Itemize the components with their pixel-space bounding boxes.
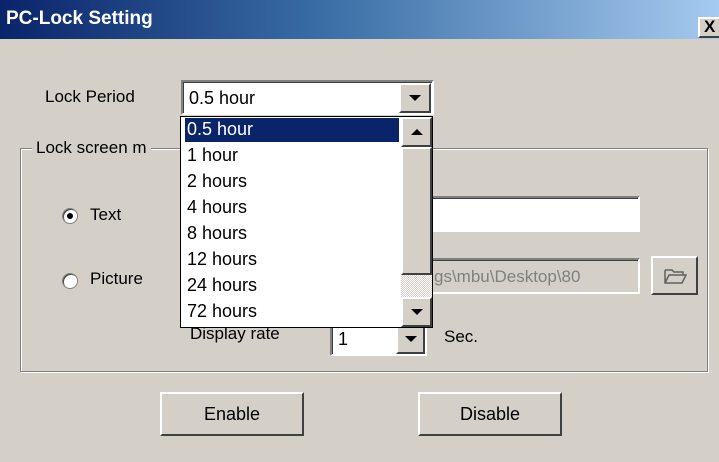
picture-path-value: gs\mbu\Desktop\80 xyxy=(434,267,581,286)
lock-period-value: 0.5 hour xyxy=(189,88,256,108)
lock-period-option[interactable]: 8 hours xyxy=(185,222,399,246)
chevron-down-icon xyxy=(410,309,423,315)
lock-period-select[interactable]: 0.5 hour xyxy=(181,80,434,115)
scroll-up-button[interactable] xyxy=(401,117,432,147)
close-icon: X xyxy=(704,17,716,36)
chevron-down-icon xyxy=(404,335,417,342)
lock-period-option[interactable]: 4 hours xyxy=(185,196,399,220)
lock-period-option[interactable]: 24 hours xyxy=(185,274,399,298)
lock-screen-group-label: Lock screen m xyxy=(32,138,151,158)
lock-period-label: Lock Period xyxy=(45,87,135,106)
lock-period-option[interactable]: 1 hour xyxy=(185,144,399,168)
lock-period-option[interactable]: 2 hours xyxy=(185,170,399,194)
lock-period-dropdown-list: 0.5 hour 1 hour 2 hours 4 hours 8 hours … xyxy=(180,116,433,328)
scroll-down-button[interactable] xyxy=(401,297,432,327)
browse-folder-button[interactable] xyxy=(651,256,698,295)
enable-button[interactable]: Enable xyxy=(160,392,304,436)
text-radio-label: Text xyxy=(90,205,122,224)
text-radio[interactable] xyxy=(62,208,78,224)
disable-button[interactable]: Disable xyxy=(418,392,562,436)
scrollbar-thumb[interactable] xyxy=(401,147,432,275)
dropdown-scrollbar[interactable] xyxy=(401,117,432,327)
chevron-up-icon xyxy=(410,129,423,135)
disable-button-label: Disable xyxy=(459,403,521,424)
window-title: PC-Lock Setting xyxy=(6,8,153,29)
radio-selected-dot xyxy=(67,213,73,219)
picture-radio[interactable] xyxy=(62,273,78,289)
enable-button-label: Enable xyxy=(203,403,261,424)
lock-period-option[interactable]: 72 hours xyxy=(185,300,399,324)
picture-radio-label: Picture xyxy=(90,269,143,288)
lock-period-option[interactable]: 0.5 hour xyxy=(185,118,399,142)
picture-path-input[interactable]: gs\mbu\Desktop\80 xyxy=(412,258,640,294)
lock-text-input[interactable] xyxy=(412,196,640,232)
display-rate-value: 1 xyxy=(338,329,349,349)
lock-period-option[interactable]: 12 hours xyxy=(185,248,399,272)
lock-period-dropdown-button[interactable] xyxy=(399,83,431,113)
close-button[interactable]: X xyxy=(698,17,719,38)
title-bar: PC-Lock Setting X xyxy=(0,0,719,39)
chevron-down-icon xyxy=(409,95,421,101)
display-rate-unit: Sec. xyxy=(444,327,479,346)
pc-lock-dialog: PC-Lock Setting X Lock Period 0.5 hour L… xyxy=(0,0,719,462)
folder-open-icon xyxy=(663,268,687,284)
